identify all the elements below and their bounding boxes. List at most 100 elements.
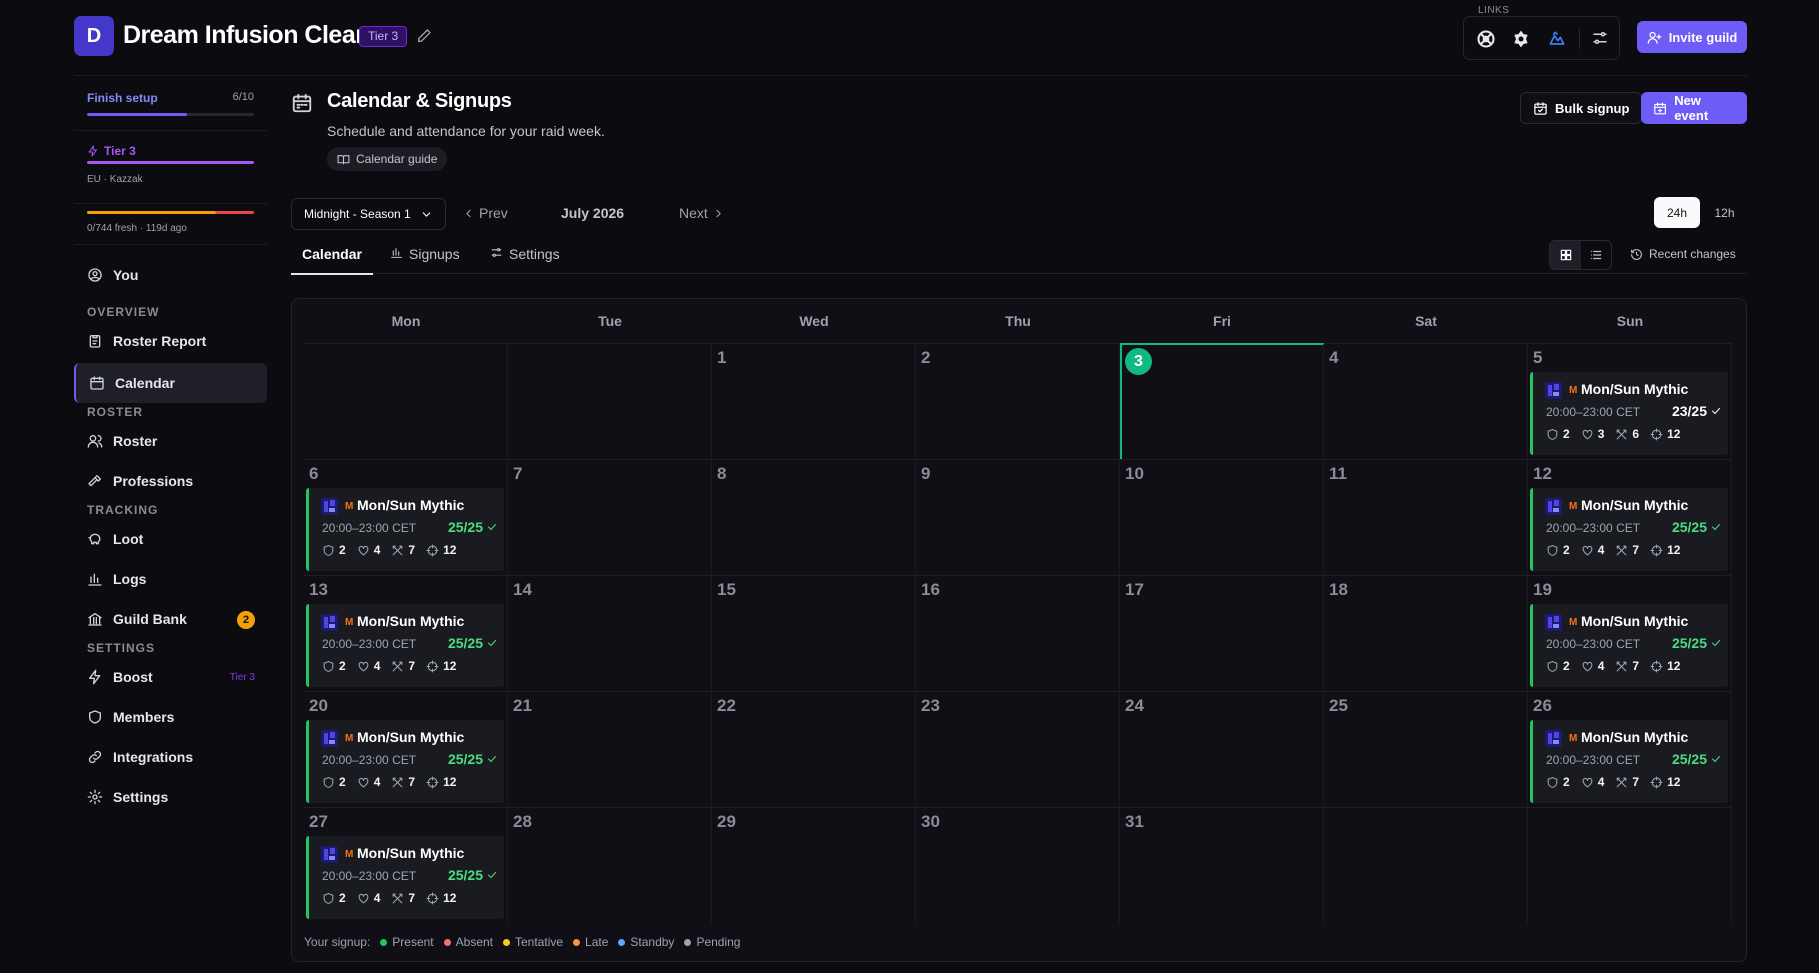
event-card[interactable]: M Mon/Sun Mythic 20:00–23:00 CET 23/25 2 3 6 12	[1530, 372, 1728, 455]
day-cell[interactable]: 28	[508, 807, 712, 923]
day-number: 19	[1533, 580, 1552, 599]
day-cell[interactable]: 13 M Mon/Sun Mythic 20:00–23:00 CET 25/25 2 4 7…	[304, 575, 508, 691]
season-select[interactable]: Midnight - Season 1	[291, 198, 446, 230]
next-label: Next	[679, 205, 708, 221]
guild-avatar[interactable]: D	[74, 16, 114, 56]
crosshair-icon	[426, 776, 439, 788]
list-icon	[1590, 250, 1602, 260]
day-cell[interactable]: 21	[508, 691, 712, 807]
next-month-button[interactable]: Next	[679, 205, 725, 221]
day-cell[interactable]: 6 M Mon/Sun Mythic 20:00–23:00 CET 25/25 2 4 7 1…	[304, 459, 508, 575]
setup-progress[interactable]: Finish setup 6/10	[74, 82, 267, 120]
day-cell[interactable]: 23	[916, 691, 1120, 807]
day-cell[interactable]: 5 M Mon/Sun Mythic 20:00–23:00 CET 23/25 2 3 6 1…	[1528, 343, 1732, 459]
warcraftlogs-icon[interactable]	[1476, 29, 1496, 49]
day-cell[interactable]: 17	[1120, 575, 1324, 691]
event-card[interactable]: M Mon/Sun Mythic 20:00–23:00 CET 25/25 2 4 7 12	[306, 604, 504, 687]
fresh-panel[interactable]: 0/744 fresh · 119d ago	[74, 204, 267, 244]
new-event-button[interactable]: New event	[1641, 92, 1747, 124]
day-cell[interactable]: 8	[712, 459, 916, 575]
tab-calendar[interactable]: Calendar	[291, 246, 373, 275]
current-month: July 2026	[561, 205, 625, 221]
sidebar-item-logs[interactable]: Logs	[74, 559, 267, 599]
heart-icon	[1582, 545, 1593, 555]
day-cell[interactable]: 3	[1120, 343, 1324, 459]
recent-changes-button[interactable]: Recent changes	[1630, 247, 1736, 261]
day-cell[interactable]: 15	[712, 575, 916, 691]
list-view-button[interactable]	[1581, 241, 1611, 269]
raiderio-icon[interactable]	[1511, 29, 1531, 49]
day-cell[interactable]: 22	[712, 691, 916, 807]
day-cell[interactable]: 11	[1324, 459, 1528, 575]
sidebar-item-roster-report[interactable]: Roster Report	[74, 321, 267, 361]
swords-icon	[1617, 661, 1627, 671]
event-card[interactable]: M Mon/Sun Mythic 20:00–23:00 CET 25/25 2 4 7 12	[306, 836, 504, 919]
day-cell[interactable]: 31	[1120, 807, 1324, 923]
sidebar-item-professions[interactable]: Professions	[74, 461, 267, 501]
pencil-icon[interactable]	[416, 28, 434, 46]
sidebar-item-guild-bank[interactable]: Guild Bank 2	[74, 599, 267, 639]
day-number: 2	[921, 348, 931, 367]
day-cell[interactable]: 19 M Mon/Sun Mythic 20:00–23:00 CET 25/25 2 4 7…	[1528, 575, 1732, 691]
grid-view-button[interactable]	[1550, 241, 1581, 269]
wowprogress-icon[interactable]	[1547, 29, 1567, 49]
day-cell[interactable]: 30	[916, 807, 1120, 923]
signup-count-value: 25/25	[1671, 751, 1707, 767]
fresh-text: 0/744 fresh · 119d ago	[87, 223, 187, 234]
sidebar-item-integrations[interactable]: Integrations	[74, 737, 267, 777]
bulk-signup-button[interactable]: Bulk signup	[1520, 92, 1643, 124]
sidebar-item-loot[interactable]: Loot	[74, 519, 267, 559]
event-card[interactable]: M Mon/Sun Mythic 20:00–23:00 CET 25/25 2 4 7 12	[306, 488, 504, 571]
sidebar-item-boost[interactable]: Boost Tier 3	[74, 657, 267, 697]
bar-chart-icon	[391, 248, 402, 258]
day-cell[interactable]: 10	[1120, 459, 1324, 575]
check-icon	[1712, 640, 1720, 646]
tab-signups[interactable]: Signups	[390, 246, 460, 262]
bank-icon	[88, 613, 102, 626]
day-cell[interactable]: 9	[916, 459, 1120, 575]
invite-guild-button[interactable]: Invite guild	[1637, 21, 1747, 53]
sidebar-item-you[interactable]: You	[74, 255, 267, 295]
event-card[interactable]: M Mon/Sun Mythic 20:00–23:00 CET 25/25 2 4 7 12	[1530, 488, 1728, 571]
day-cell[interactable]: 14	[508, 575, 712, 691]
day-cell[interactable]: 24	[1120, 691, 1324, 807]
day-cell[interactable]: 29	[712, 807, 916, 923]
event-card[interactable]: M Mon/Sun Mythic 20:00–23:00 CET 25/25 2 4 7 12	[1530, 720, 1728, 803]
prev-label: Prev	[479, 205, 508, 221]
sidebar-item-calendar[interactable]: Calendar	[74, 363, 267, 403]
sidebar-item-roster[interactable]: Roster	[74, 421, 267, 461]
event-title: Mon/Sun Mythic	[1581, 613, 1689, 629]
time-format-12h[interactable]: 12h	[1702, 197, 1747, 228]
melee-count-value: 7	[408, 775, 416, 789]
day-cell[interactable]: 25	[1324, 691, 1528, 807]
day-cell[interactable]: 4	[1324, 343, 1528, 459]
event-card[interactable]: M Mon/Sun Mythic 20:00–23:00 CET 25/25 2 4 7 12	[306, 720, 504, 803]
tier-panel[interactable]: Tier 3 EU · Kazzak	[74, 131, 267, 203]
region-text: EU · Kazzak	[87, 174, 143, 185]
tab-label: Calendar	[302, 246, 362, 262]
sliders-icon[interactable]	[1591, 29, 1611, 49]
day-cell[interactable]: 16	[916, 575, 1120, 691]
healer-count: 4	[357, 659, 380, 673]
day-cell[interactable]: 20 M Mon/Sun Mythic 20:00–23:00 CET 25/25 2 4 7…	[304, 691, 508, 807]
event-title: Mon/Sun Mythic	[1581, 497, 1689, 513]
heart-icon	[1582, 661, 1593, 671]
tab-settings[interactable]: Settings	[490, 246, 560, 262]
prev-month-button[interactable]: Prev	[462, 205, 508, 221]
day-number: 6	[309, 464, 319, 483]
bar-chart-icon	[88, 573, 102, 586]
day-cell[interactable]: 12 M Mon/Sun Mythic 20:00–23:00 CET 25/25 2 4 7…	[1528, 459, 1732, 575]
day-cell[interactable]: 2	[916, 343, 1120, 459]
sidebar-item-settings[interactable]: Settings	[74, 777, 267, 817]
day-number: 17	[1125, 580, 1144, 599]
ranged-count-value: 12	[443, 659, 457, 673]
calendar-guide-button[interactable]: Calendar guide	[327, 147, 448, 171]
time-format-24h[interactable]: 24h	[1654, 197, 1700, 228]
day-cell[interactable]: 1	[712, 343, 916, 459]
day-cell[interactable]: 27 M Mon/Sun Mythic 20:00–23:00 CET 25/25 2 4 7…	[304, 807, 508, 923]
day-cell[interactable]: 26 M Mon/Sun Mythic 20:00–23:00 CET 25/25 2 4 7…	[1528, 691, 1732, 807]
sidebar-item-members[interactable]: Members	[74, 697, 267, 737]
day-cell[interactable]: 7	[508, 459, 712, 575]
day-cell[interactable]: 18	[1324, 575, 1528, 691]
event-card[interactable]: M Mon/Sun Mythic 20:00–23:00 CET 25/25 2 4 7 12	[1530, 604, 1728, 687]
